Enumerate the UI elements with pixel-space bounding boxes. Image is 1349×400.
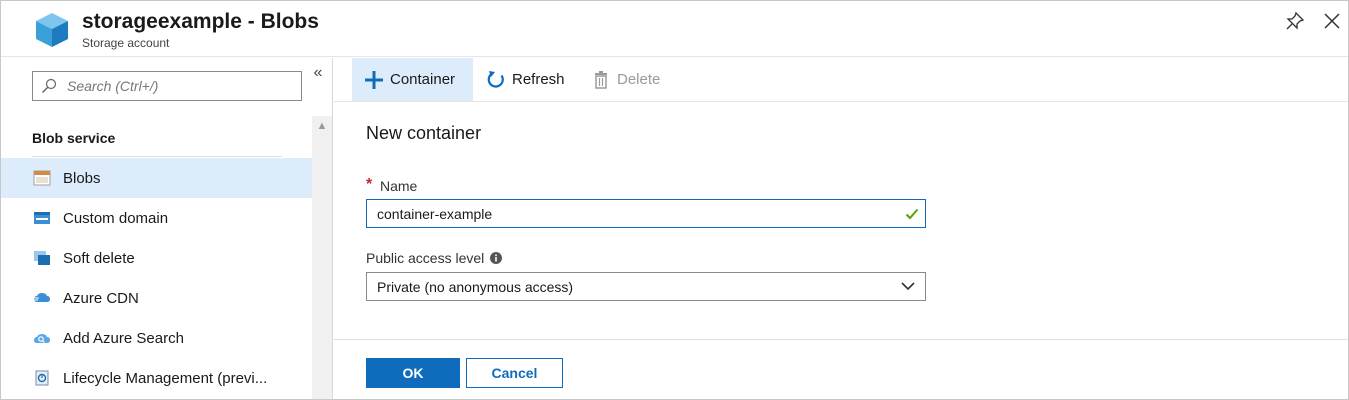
footer-divider — [334, 339, 1348, 340]
plus-icon — [365, 70, 383, 89]
resource-menu: « Blob service Blobs Custom domain — [1, 58, 333, 399]
page-title: storageexample - Blobs — [82, 10, 319, 33]
public-access-level-label: Public access level — [366, 250, 503, 266]
search-icon — [42, 78, 57, 93]
storage-cube-icon — [36, 13, 68, 47]
sidebar-item-blobs[interactable]: Blobs — [1, 158, 312, 198]
menu-scrollbar[interactable]: ▲ — [312, 116, 332, 399]
custom-domain-icon — [34, 212, 50, 224]
sidebar-item-label: Custom domain — [63, 209, 169, 227]
azure-cdn-icon — [33, 293, 50, 302]
refresh-label: Refresh — [512, 71, 565, 88]
refresh-icon — [487, 70, 504, 88]
add-container-button[interactable]: Container — [352, 58, 473, 101]
trash-icon — [595, 70, 607, 89]
ok-button[interactable]: OK — [366, 358, 460, 388]
panel-title: New container — [366, 123, 482, 143]
public-access-level-text: Public access level — [366, 250, 485, 266]
container-name-input[interactable] — [377, 205, 877, 223]
azure-search-icon — [34, 334, 50, 343]
sidebar-item-lifecycle-management[interactable]: Lifecycle Management (previ... — [1, 358, 312, 398]
sidebar-item-soft-delete[interactable]: Soft delete — [1, 238, 312, 278]
refresh-button[interactable]: Refresh — [484, 58, 565, 101]
sidebar-item-label: Soft delete — [63, 249, 135, 267]
section-heading-blob-service: Blob service — [32, 130, 116, 146]
cancel-button[interactable]: Cancel — [466, 358, 563, 388]
page-subtitle: Storage account — [82, 36, 170, 50]
sidebar-item-label: Azure CDN — [63, 289, 139, 307]
public-access-level-dropdown[interactable]: Private (no anonymous access) — [366, 272, 926, 301]
name-label: Name — [380, 178, 418, 194]
search-input[interactable] — [67, 76, 295, 96]
sidebar-item-label: Lifecycle Management (previ... — [63, 369, 268, 387]
public-access-level-value: Private (no anonymous access) — [377, 279, 574, 295]
command-bar: Container Refresh Delete — [334, 58, 1348, 102]
soft-delete-icon — [34, 251, 50, 265]
sidebar-item-label: Blobs — [63, 169, 101, 187]
blade-header: storageexample - Blobs Storage account — [1, 1, 1348, 57]
close-icon[interactable] — [1322, 11, 1342, 31]
delete-button[interactable]: Delete — [591, 58, 660, 101]
scroll-up-arrow-icon[interactable]: ▲ — [312, 116, 332, 136]
pin-icon[interactable] — [1285, 11, 1305, 31]
sidebar-item-label: Add Azure Search — [63, 329, 184, 347]
chevron-down-icon — [901, 282, 915, 291]
container-name-field[interactable] — [366, 199, 926, 228]
info-icon[interactable] — [490, 252, 503, 264]
collapse-menu-button[interactable]: « — [309, 64, 327, 82]
sidebar-item-custom-domain[interactable]: Custom domain — [1, 198, 312, 238]
sidebar-item-azure-cdn[interactable]: Azure CDN — [1, 278, 312, 318]
required-marker: * — [366, 176, 373, 193]
sidebar-item-add-azure-search[interactable]: Add Azure Search — [1, 318, 312, 358]
delete-label: Delete — [617, 71, 661, 88]
blobs-icon — [33, 170, 51, 186]
section-divider — [32, 156, 282, 157]
lifecycle-icon — [35, 370, 49, 386]
menu-search-box[interactable] — [32, 71, 302, 101]
add-container-label: Container — [390, 71, 456, 88]
checkmark-icon — [905, 208, 919, 220]
menu-item-list: Blobs Custom domain Soft delete Azure CD… — [1, 158, 312, 398]
